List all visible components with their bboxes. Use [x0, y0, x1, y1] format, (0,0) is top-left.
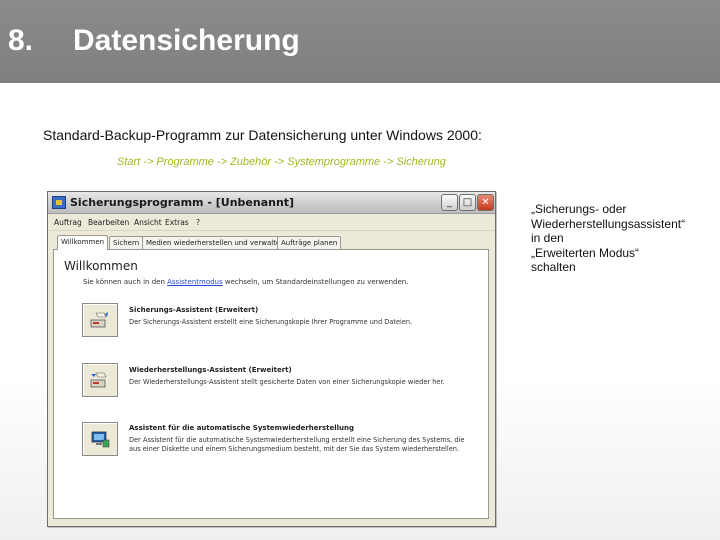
tab-willkommen[interactable]: Willkommen: [57, 235, 109, 250]
backup-app-icon: [52, 196, 66, 209]
slide-number: 8.: [8, 24, 34, 57]
asr-wizard-desc-line: aus einer Diskette und einem Sicherungsm…: [129, 445, 460, 453]
intro-text: Standard-Backup-Programm zur Datensicher…: [43, 127, 482, 143]
window-titlebar[interactable]: Sicherungsprogramm - [Unbenannt] _ □ ✕: [48, 192, 495, 214]
maximize-button[interactable]: □: [459, 194, 476, 211]
side-note-line: „Sicherungs- oder: [531, 202, 627, 216]
menu-item-bearbeiten[interactable]: Bearbeiten: [88, 218, 129, 227]
restore-wizard-icon: [90, 372, 107, 388]
menu-item-help[interactable]: ?: [196, 218, 200, 227]
welcome-text-after: wechseln, um Standardeinstellungen zu ve…: [222, 278, 409, 286]
backup-wizard-title[interactable]: Sicherungs-Assistent (Erweitert): [129, 306, 258, 314]
backup-wizard-icon: [90, 312, 108, 328]
asr-wizard-button[interactable]: [82, 422, 118, 456]
tab-sichern[interactable]: Sichern: [109, 236, 144, 249]
asr-wizard-icon: [91, 431, 110, 448]
window-title: Sicherungsprogramm - [Unbenannt]: [70, 196, 295, 209]
backup-program-window: Sicherungsprogramm - [Unbenannt] _ □ ✕ A…: [47, 191, 496, 527]
asr-wizard-desc-line: Der Assistent für die automatische Syste…: [129, 436, 465, 444]
assistant-mode-link[interactable]: Assistentmodus: [167, 278, 223, 286]
menu-item-extras[interactable]: Extras: [165, 218, 189, 227]
side-note: „Sicherungs- oder Wiederherstellungsassi…: [531, 202, 706, 275]
welcome-text-before: Sie können auch in den: [83, 278, 168, 286]
slide-header: 8. Datensicherung: [0, 0, 720, 83]
welcome-panel: Willkommen Sie können auch in den Assist…: [53, 249, 489, 519]
backup-wizard-desc: Der Sicherungs-Assistent erstellt eine S…: [129, 318, 413, 326]
restore-wizard-desc: Der Wiederherstellungs-Assistent stellt …: [129, 378, 445, 386]
minimize-button[interactable]: _: [441, 194, 458, 211]
menu-item-ansicht[interactable]: Ansicht: [134, 218, 162, 227]
slide-title: Datensicherung: [73, 24, 300, 57]
restore-wizard-title[interactable]: Wiederherstellungs-Assistent (Erweitert): [129, 366, 292, 374]
menu-bar: Auftrag Bearbeiten Ansicht Extras ?: [48, 215, 495, 231]
close-button[interactable]: ✕: [477, 194, 494, 211]
side-note-line: in den: [531, 231, 564, 245]
welcome-text: Sie können auch in den Assistentmodus we…: [83, 278, 408, 286]
side-note-line: „Erweiterten Modus“: [531, 245, 640, 260]
backup-wizard-button[interactable]: [82, 303, 118, 337]
asr-wizard-title[interactable]: Assistent für die automatische Systemwie…: [129, 424, 354, 432]
menu-item-auftrag[interactable]: Auftrag: [54, 218, 82, 227]
side-note-line: schalten: [531, 260, 576, 274]
tab-auftraege-planen[interactable]: Aufträge planen: [277, 236, 342, 249]
side-note-line: Wiederherstellungsassistent“: [531, 216, 686, 231]
menu-path-text: Start -> Programme -> Zubehör -> Systemp…: [117, 156, 446, 168]
welcome-heading: Willkommen: [64, 259, 138, 273]
restore-wizard-button[interactable]: [82, 363, 118, 397]
tab-medien[interactable]: Medien wiederherstellen und verwalten: [142, 236, 289, 249]
